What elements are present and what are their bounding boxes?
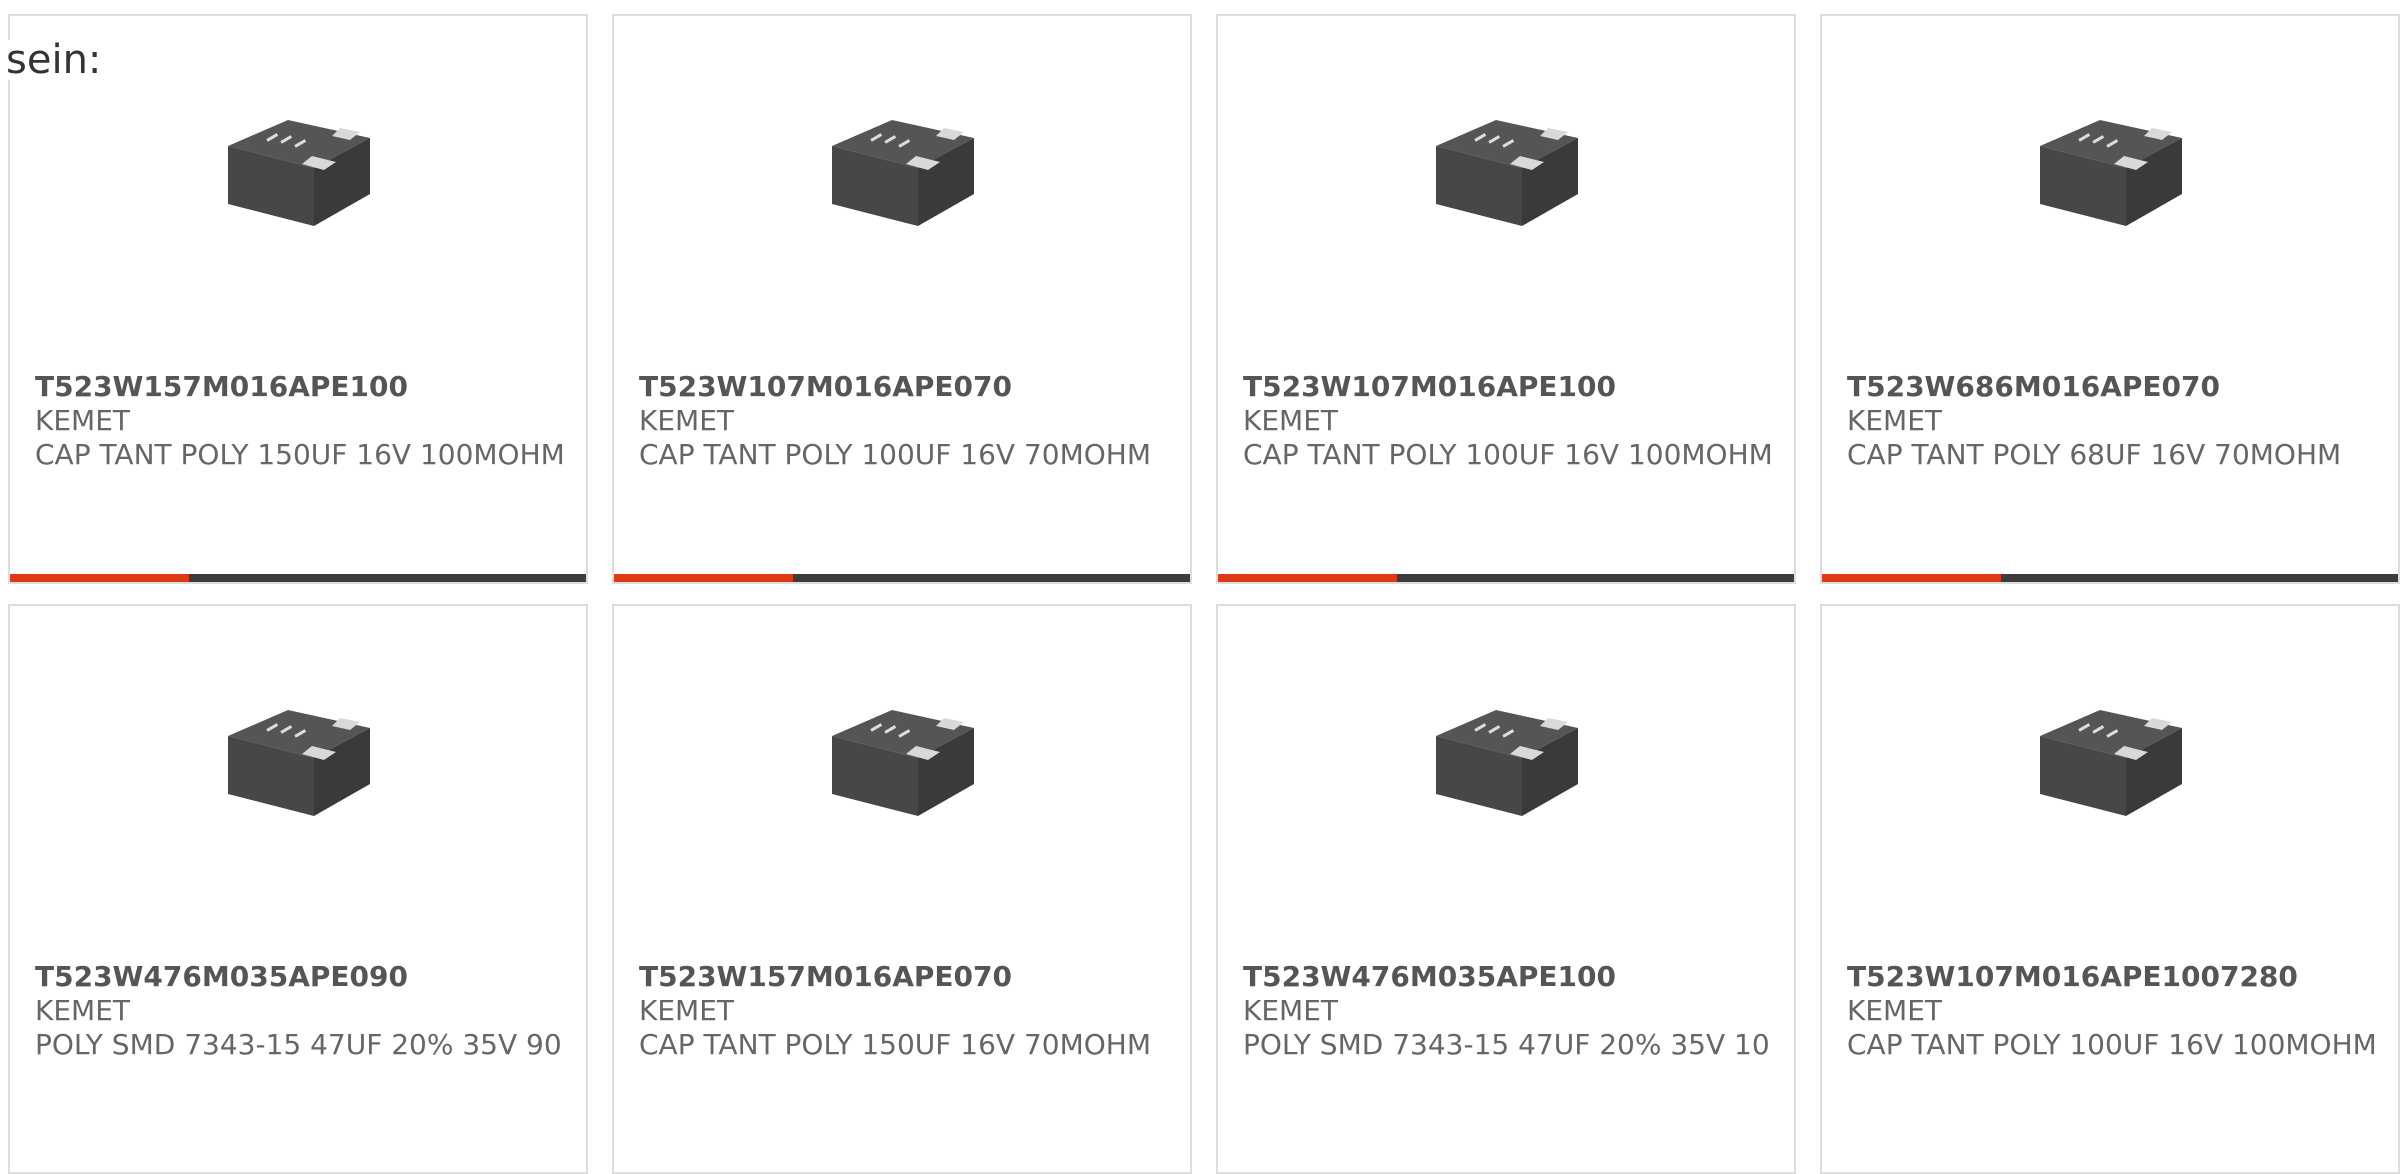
capacitor-chip-icon bbox=[228, 120, 370, 226]
description: CAP TANT POLY 100UF 16V 100MOHM bbox=[1243, 438, 1773, 471]
capacitor-chip-icon bbox=[1436, 710, 1578, 816]
manufacturer: KEMET bbox=[1847, 994, 1943, 1027]
part-number[interactable]: T523W476M035APE100 bbox=[1243, 960, 1774, 994]
capacitor-chip-icon bbox=[2040, 710, 2182, 816]
product-image bbox=[1822, 706, 2398, 886]
product-image bbox=[1218, 706, 1794, 886]
product-card[interactable]: T523W157M016APE070 KEMET CAP TANT POLY 1… bbox=[612, 604, 1192, 1174]
product-card[interactable]: T523W107M016APE1007280 KEMET CAP TANT PO… bbox=[1820, 604, 2400, 1174]
part-number[interactable]: T523W686M016APE070 bbox=[1847, 370, 2378, 404]
description: CAP TANT POLY 100UF 16V 70MOHM bbox=[639, 438, 1151, 471]
product-info: T523W157M016APE100 KEMET CAP TANT POLY 1… bbox=[35, 370, 566, 472]
manufacturer: KEMET bbox=[1243, 404, 1339, 437]
manufacturer: KEMET bbox=[35, 994, 131, 1027]
product-card[interactable]: T523W476M035APE090 KEMET POLY SMD 7343-1… bbox=[8, 604, 588, 1174]
manufacturer: KEMET bbox=[1847, 404, 1943, 437]
progress-fill bbox=[1218, 574, 1397, 582]
progress-bar bbox=[1218, 574, 1794, 582]
product-card[interactable]: T523W686M016APE070 KEMET CAP TANT POLY 6… bbox=[1820, 14, 2400, 584]
product-image bbox=[10, 116, 586, 296]
progress-fill bbox=[1822, 574, 2001, 582]
product-info: T523W476M035APE100 KEMET POLY SMD 7343-1… bbox=[1243, 960, 1774, 1062]
description: CAP TANT POLY 100UF 16V 100MOHM bbox=[1847, 1028, 2377, 1061]
description: POLY SMD 7343-15 47UF 20% 35V 90 bbox=[35, 1028, 562, 1061]
manufacturer: KEMET bbox=[1243, 994, 1339, 1027]
intro-text: sein: bbox=[6, 37, 102, 83]
part-number[interactable]: T523W157M016APE100 bbox=[35, 370, 566, 404]
progress-fill bbox=[10, 574, 189, 582]
part-number[interactable]: T523W476M035APE090 bbox=[35, 960, 566, 994]
manufacturer: KEMET bbox=[639, 994, 735, 1027]
product-image bbox=[614, 706, 1190, 886]
manufacturer: KEMET bbox=[35, 404, 131, 437]
capacitor-chip-icon bbox=[228, 710, 370, 816]
product-card[interactable]: T523W107M016APE100 KEMET CAP TANT POLY 1… bbox=[1216, 14, 1796, 584]
capacitor-chip-icon bbox=[1436, 120, 1578, 226]
product-card[interactable]: T523W157M016APE100 KEMET CAP TANT POLY 1… bbox=[8, 14, 588, 584]
product-info: T523W686M016APE070 KEMET CAP TANT POLY 6… bbox=[1847, 370, 2378, 472]
product-info: T523W107M016APE1007280 KEMET CAP TANT PO… bbox=[1847, 960, 2378, 1062]
product-image bbox=[614, 116, 1190, 296]
product-info: T523W107M016APE100 KEMET CAP TANT POLY 1… bbox=[1243, 370, 1774, 472]
capacitor-chip-icon bbox=[832, 120, 974, 226]
product-image bbox=[10, 706, 586, 886]
part-number[interactable]: T523W107M016APE070 bbox=[639, 370, 1170, 404]
progress-fill bbox=[614, 574, 793, 582]
product-image bbox=[1822, 116, 2398, 296]
description: POLY SMD 7343-15 47UF 20% 35V 10 bbox=[1243, 1028, 1770, 1061]
capacitor-chip-icon bbox=[2040, 120, 2182, 226]
product-info: T523W157M016APE070 KEMET CAP TANT POLY 1… bbox=[639, 960, 1170, 1062]
progress-bar bbox=[1822, 574, 2398, 582]
part-number[interactable]: T523W107M016APE100 bbox=[1243, 370, 1774, 404]
product-card[interactable]: T523W107M016APE070 KEMET CAP TANT POLY 1… bbox=[612, 14, 1192, 584]
product-image bbox=[1218, 116, 1794, 296]
description: CAP TANT POLY 68UF 16V 70MOHM bbox=[1847, 438, 2342, 471]
part-number[interactable]: T523W107M016APE1007280 bbox=[1847, 960, 2378, 994]
description: CAP TANT POLY 150UF 16V 70MOHM bbox=[639, 1028, 1151, 1061]
manufacturer: KEMET bbox=[639, 404, 735, 437]
product-card[interactable]: T523W476M035APE100 KEMET POLY SMD 7343-1… bbox=[1216, 604, 1796, 1174]
description: CAP TANT POLY 150UF 16V 100MOHM bbox=[35, 438, 565, 471]
progress-bar bbox=[10, 574, 586, 582]
part-number[interactable]: T523W157M016APE070 bbox=[639, 960, 1170, 994]
capacitor-chip-icon bbox=[832, 710, 974, 816]
product-info: T523W476M035APE090 KEMET POLY SMD 7343-1… bbox=[35, 960, 566, 1062]
progress-bar bbox=[614, 574, 1190, 582]
product-info: T523W107M016APE070 KEMET CAP TANT POLY 1… bbox=[639, 370, 1170, 472]
